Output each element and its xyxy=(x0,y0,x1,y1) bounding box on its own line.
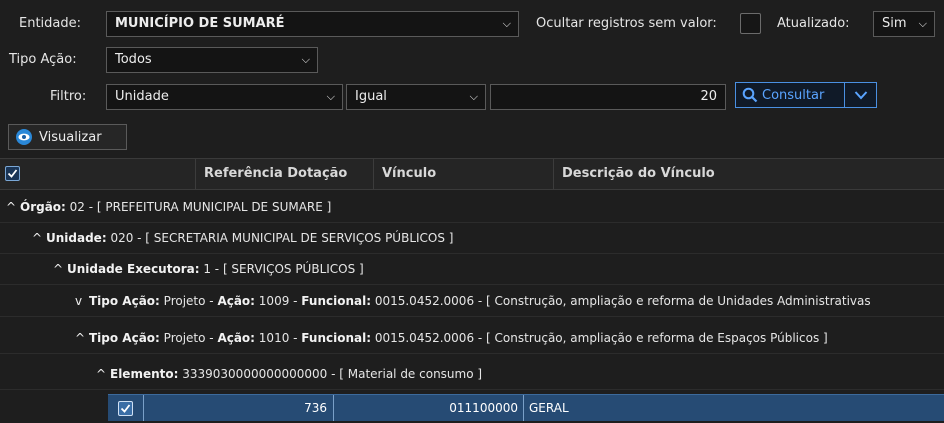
filtro-label: Filtro: xyxy=(50,89,87,104)
group-text: 1 - [ SERVIÇOS PÚBLICOS ] xyxy=(199,262,364,276)
atualizado-label: Atualizado: xyxy=(777,16,850,31)
chevron-down-icon: ⌵ xyxy=(918,17,927,30)
group-key: Unidade Executora: xyxy=(67,262,200,276)
check-icon xyxy=(120,403,131,413)
group-key: Funcional: xyxy=(301,294,372,308)
search-icon xyxy=(742,87,758,103)
group-text: 0015.0452.0006 - [ Construção, ampliação… xyxy=(371,294,871,308)
group-text: 020 - [ SECRETARIA MUNICIPAL DE SERVIÇOS… xyxy=(106,231,454,245)
group-key: Tipo Ação: xyxy=(89,331,160,345)
group-text: 3339030000000000000 - [ Material de cons… xyxy=(178,367,483,381)
tipo-acao-value: Todos xyxy=(115,52,152,67)
filtro-value-text: 20 xyxy=(700,89,717,104)
group-key: Tipo Ação: xyxy=(89,294,160,308)
group-text: 02 - [ PREFEITURA MUNICIPAL DE SUMARE ] xyxy=(65,200,332,214)
group-row-orgao[interactable]: ^ Órgão: 02 - [ PREFEITURA MUNICIPAL DE S… xyxy=(0,192,944,223)
group-key: Unidade: xyxy=(46,231,107,245)
filtro-field-select[interactable]: Unidade ⌵ xyxy=(106,84,343,110)
consultar-dropdown-toggle[interactable] xyxy=(844,83,876,107)
cell-descricao: GERAL xyxy=(529,401,569,415)
chevron-up-icon[interactable]: ^ xyxy=(96,359,110,389)
filtro-value-input[interactable]: 20 xyxy=(490,84,726,110)
check-icon xyxy=(7,169,18,178)
chevron-up-icon[interactable]: ^ xyxy=(75,323,89,353)
group-text: 1009 - xyxy=(254,294,302,308)
tipo-acao-select[interactable]: Todos ⌵ xyxy=(106,47,318,73)
row-checkbox-cell[interactable] xyxy=(108,395,144,421)
group-row-unidade-executora[interactable]: ^ Unidade Executora: 1 - [ SERVIÇOS PÚBLI… xyxy=(0,254,944,285)
group-row-tipo-acao-1009[interactable]: v Tipo Ação: Projeto - Ação: 1009 - Funci… xyxy=(0,286,944,317)
ocultar-label: Ocultar registros sem valor: xyxy=(536,16,717,31)
entidade-select[interactable]: MUNICÍPIO DE SUMARÉ ⌵ xyxy=(106,11,519,37)
chevron-down-icon: ⌵ xyxy=(326,90,335,103)
atualizado-value: Sim xyxy=(882,16,907,31)
visualizar-button[interactable]: Visualizar xyxy=(8,124,127,150)
ocultar-checkbox[interactable] xyxy=(740,13,761,34)
cell-vinculo: 011100000 xyxy=(334,395,524,421)
tipo-acao-label: Tipo Ação: xyxy=(9,52,77,67)
chevron-down-icon: ⌵ xyxy=(502,17,511,30)
group-key: Funcional: xyxy=(301,331,372,345)
group-key: Ação: xyxy=(217,331,255,345)
filtro-operator-select[interactable]: Igual ⌵ xyxy=(346,84,486,110)
consultar-label: Consultar xyxy=(762,87,825,103)
filtro-field-value: Unidade xyxy=(115,89,169,104)
chevron-up-icon[interactable]: ^ xyxy=(6,192,20,222)
grid-header: Referência Dotação Vínculo Descrição do … xyxy=(0,158,944,190)
filtro-operator-value: Igual xyxy=(355,89,387,104)
group-key: Órgão: xyxy=(20,200,66,214)
atualizado-select[interactable]: Sim ⌵ xyxy=(873,11,935,37)
eye-icon xyxy=(16,129,32,145)
column-header-vinculo[interactable]: Vínculo xyxy=(373,159,553,189)
group-text: Projeto - xyxy=(159,294,218,308)
group-text: 0015.0452.0006 - [ Construção, ampliação… xyxy=(371,331,828,345)
cell-referencia: 736 xyxy=(144,395,334,421)
chevron-down-icon: ⌵ xyxy=(469,90,478,103)
group-text: Projeto - xyxy=(159,331,218,345)
chevron-up-icon[interactable]: ^ xyxy=(32,223,46,253)
group-key: Elemento: xyxy=(110,367,179,381)
entidade-value: MUNICÍPIO DE SUMARÉ xyxy=(115,16,285,31)
column-header-descricao[interactable]: Descrição do Vínculo xyxy=(553,159,944,189)
visualizar-label: Visualizar xyxy=(39,129,102,145)
consultar-button-group: Consultar xyxy=(735,82,877,108)
chevron-down-icon xyxy=(854,91,867,100)
chevron-down-icon: ⌵ xyxy=(301,53,310,66)
consultar-button[interactable]: Consultar xyxy=(736,83,844,107)
group-row-unidade[interactable]: ^ Unidade: 020 - [ SECRETARIA MUNICIPAL D… xyxy=(0,223,944,254)
row-checkbox[interactable] xyxy=(118,400,133,416)
table-row[interactable]: 736 011100000 GERAL xyxy=(108,394,944,421)
group-text: 1010 - xyxy=(254,331,302,345)
entidade-label: Entidade: xyxy=(19,16,82,31)
group-key: Ação: xyxy=(217,294,255,308)
chevron-down-icon[interactable]: v xyxy=(75,286,89,316)
column-header-referencia[interactable]: Referência Dotação xyxy=(195,159,373,189)
group-row-elemento[interactable]: ^ Elemento: 3339030000000000000 - [ Mater… xyxy=(0,359,944,390)
select-all-checkbox[interactable] xyxy=(5,166,20,181)
group-row-tipo-acao-1010[interactable]: ^ Tipo Ação: Projeto - Ação: 1010 - Funci… xyxy=(0,323,944,354)
chevron-up-icon[interactable]: ^ xyxy=(53,254,67,284)
